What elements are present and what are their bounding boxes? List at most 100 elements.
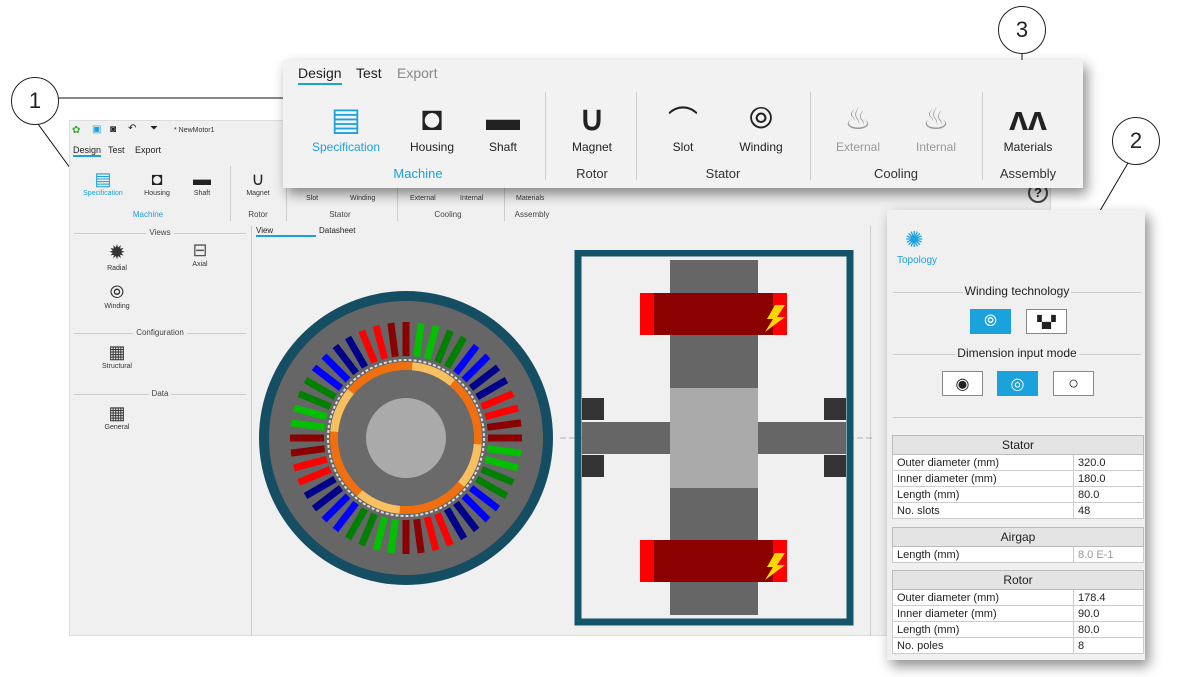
topology-panel: ✺ Topology Winding technology ⦾ ▚▞ Dimen… <box>887 210 1145 660</box>
hairpin-icon: ▚▞ <box>1037 314 1056 329</box>
dropdown-icon[interactable]: ⏷ <box>150 123 158 134</box>
param-value[interactable]: 320.0 <box>1073 454 1144 471</box>
shaft-icon: ▬ <box>193 169 211 189</box>
winding-view-button[interactable]: Winding <box>87 303 147 310</box>
table-icon: ▦ <box>108 403 126 423</box>
end-winding-top <box>640 293 787 335</box>
external-button[interactable]: External <box>813 140 903 154</box>
dimension-mode-1-button[interactable]: ◉ <box>942 371 983 396</box>
shaft-left <box>582 422 670 454</box>
table-row: Length (mm) 80.0 <box>892 621 1144 638</box>
specification-button[interactable]: Specification <box>301 140 391 154</box>
winding-button[interactable]: Winding <box>716 140 806 154</box>
stator-slot <box>290 434 324 442</box>
radial-view-icon: ✹ <box>108 242 126 264</box>
general-button[interactable]: General <box>87 424 147 431</box>
param-label: Length (mm) <box>892 546 1074 563</box>
ring-dot-icon: ◎ <box>1010 375 1025 393</box>
structural-button[interactable]: Structural <box>87 363 147 370</box>
callout-2: 2 <box>1112 117 1160 165</box>
param-value[interactable]: 80.0 <box>1073 486 1144 503</box>
table-row: Outer diameter (mm) 178.4 <box>892 589 1144 606</box>
param-value[interactable]: 90.0 <box>1073 605 1144 622</box>
winding-view-icon: ⦾ <box>109 282 125 302</box>
callout-3: 3 <box>998 6 1046 54</box>
ribbon-zoom: Design Test Export ▤ Specification ◘ Housi… <box>283 60 1083 188</box>
internal-button[interactable]: Internal <box>891 140 981 154</box>
specification-icon: ▤ <box>94 169 112 189</box>
end-winding-bottom <box>640 540 787 582</box>
shaft-icon: ▬ <box>486 99 520 138</box>
camera-icon[interactable]: ◙ <box>110 124 116 135</box>
param-label: Outer diameter (mm) <box>892 589 1074 606</box>
param-value[interactable]: 8 <box>1073 637 1144 654</box>
specification-icon: ▤ <box>330 101 362 137</box>
tab-test[interactable]: Test <box>356 65 382 81</box>
ring-icon: ○ <box>1068 373 1079 393</box>
tab-datasheet[interactable]: Datasheet <box>319 226 355 235</box>
param-label: Length (mm) <box>892 486 1074 503</box>
callout-1: 1 <box>11 77 59 125</box>
rotor-core <box>670 388 758 488</box>
tab-test[interactable]: Test <box>108 145 125 155</box>
slot-button[interactable]: Slot <box>638 140 728 154</box>
shaft <box>366 398 446 478</box>
table-row: No. poles 8 <box>892 637 1144 654</box>
winding-button[interactable]: Winding <box>350 195 375 202</box>
param-label: Inner diameter (mm) <box>892 605 1074 622</box>
tab-design[interactable]: Design <box>73 145 102 157</box>
radial-view <box>259 291 553 585</box>
table-row: No. slots 48 <box>892 502 1144 519</box>
table-row: Length (mm) 80.0 <box>892 486 1144 503</box>
tab-export[interactable]: Export <box>135 145 161 155</box>
axial-view-icon: ⊟ <box>192 240 208 260</box>
save-icon[interactable]: ▣ <box>92 124 101 135</box>
stator-slot <box>402 520 410 554</box>
param-value[interactable]: 178.4 <box>1073 589 1144 606</box>
group-stator: Stator <box>329 210 351 219</box>
param-label: No. poles <box>892 637 1074 654</box>
table-row: Length (mm) 8.0 E-1 <box>892 546 1144 563</box>
specification-button[interactable]: Specification <box>73 190 133 197</box>
materials-button[interactable]: Materials <box>516 195 544 202</box>
distributed-winding-button[interactable]: ⦾ <box>970 309 1011 334</box>
axial-view-button[interactable]: Axial <box>170 261 230 268</box>
tab-view[interactable]: View <box>256 226 316 237</box>
tab-export[interactable]: Export <box>397 65 437 81</box>
slot-button[interactable]: Slot <box>306 195 318 202</box>
group-cooling: Cooling <box>873 166 919 181</box>
dimension-mode-2-button[interactable]: ◎ <box>997 371 1038 396</box>
magnet-icon: ∪ <box>579 100 605 138</box>
internal-cooling-icon: ♨ <box>922 102 950 136</box>
materials-button[interactable]: Materials <box>983 140 1073 154</box>
external-button[interactable]: External <box>410 195 436 202</box>
param-value[interactable]: 180.0 <box>1073 470 1144 487</box>
table-row: Outer diameter (mm) 320.0 <box>892 454 1144 471</box>
param-value[interactable]: 48 <box>1073 502 1144 519</box>
rotor-heading: Rotor <box>892 570 1144 590</box>
topology-tab[interactable]: Topology <box>897 255 937 266</box>
radial-view-button[interactable]: Radial <box>87 265 147 272</box>
stator-table: Stator Outer diameter (mm) 320.0 Inner diam… <box>892 435 1144 519</box>
stator-slot <box>488 434 522 442</box>
materials-icon: ᴧᴧ <box>1009 99 1047 138</box>
dimension-input-heading: Dimension input mode <box>955 346 1079 360</box>
concentrated-winding-button[interactable]: ▚▞ <box>1026 309 1067 334</box>
param-value[interactable]: 80.0 <box>1073 621 1144 638</box>
group-stator: Stator <box>705 166 741 181</box>
winding-icon: ⦾ <box>984 312 997 330</box>
param-value[interactable]: 8.0 E-1 <box>1073 546 1144 563</box>
dimension-mode-3-button[interactable]: ○ <box>1053 371 1094 396</box>
radio-dot-icon: ◉ <box>955 375 970 393</box>
app-logo-icon: ✿ <box>72 125 81 136</box>
shaft-button[interactable]: Shaft <box>172 190 232 197</box>
magnet-button[interactable]: Magnet <box>228 190 288 197</box>
tab-design[interactable]: Design <box>298 65 342 85</box>
param-label: Inner diameter (mm) <box>892 470 1074 487</box>
magnet-button[interactable]: Magnet <box>547 140 637 154</box>
shaft-button[interactable]: Shaft <box>458 140 548 154</box>
undo-icon[interactable]: ↶ <box>128 123 136 134</box>
bearing <box>824 398 846 420</box>
stator-slot <box>402 322 410 356</box>
internal-button[interactable]: Internal <box>460 195 483 202</box>
